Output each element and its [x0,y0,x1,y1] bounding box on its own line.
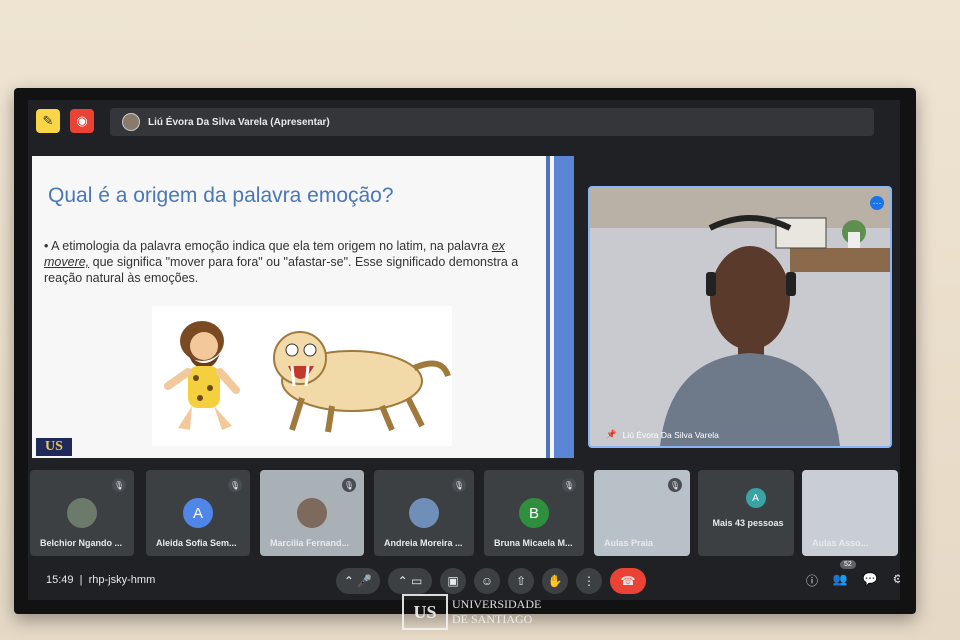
info-icon[interactable]: ⓘ [804,572,820,588]
meeting-time: 15:49 | rhp-jsky-hmm [46,574,156,586]
participant-name: Andreia Moreira ... [384,538,463,548]
slide-logo: US [36,438,72,456]
watermark-text: UNIVERSIDADE DE SANTIAGO [452,597,541,627]
record-icon[interactable]: ◉ [70,109,94,133]
slide-title: Qual é a origem da palavra emoção? [48,184,394,207]
speaker-tile[interactable]: ⋯ 📌 Liú Évora Da Silva Varela [588,186,892,448]
watermark-line2: DE SANTIAGO [452,612,533,626]
slide-bullet-text-1: A etimologia da palavra emoção indica qu… [51,239,489,253]
participant-tile[interactable]: 🎙 B Bruna Micaela M... [484,470,584,556]
chevron-up-icon[interactable]: ⌃ [344,574,354,588]
people-icon[interactable]: 👥 [832,572,848,588]
participants-count: 52 [840,560,856,569]
participant-name: Aleida Sofia Sem... [156,538,237,548]
hand-icon: ✋ [547,574,563,588]
camera-icon[interactable]: ▭ [411,574,422,588]
present-icon: ⇧ [515,574,527,588]
more-vert-icon: ⋮ [583,574,595,588]
meet-screen: ✎ ◉ Liú Évora Da Silva Varela (Apresenta… [28,100,900,600]
presenter-label: Liú Évora Da Silva Varela (Apresentar) [148,116,330,128]
participant-strip: 🎙 Belchior Ngando ... 🎙 A Aleida Sofia S… [28,470,900,558]
slide-accent-line [546,156,550,458]
participant-tile[interactable]: 🎙 Andreia Moreira ... [374,470,474,556]
mic-off-icon: 🎙 [112,478,126,492]
more-people-tile[interactable]: A Mais 43 pessoas [698,470,794,556]
participant-name: Aulas Asso... [812,538,869,548]
presenter-avatar [122,113,140,131]
participant-name: Bruna Micaela M... [494,538,573,548]
slide-bullet: • A etimologia da palavra emoção indica … [44,239,519,285]
activities-icon[interactable]: ⚙ [890,572,900,588]
presentation-slide: Qual é a origem da palavra emoção? • A e… [32,156,574,458]
mic-off-icon: 🎙 [452,478,466,492]
participant-avatar [409,498,439,528]
top-bar: ✎ ◉ Liú Évora Da Silva Varela (Apresenta… [28,100,900,136]
chevron-up-icon[interactable]: ⌃ [398,574,408,588]
mic-off-icon: 🎙 [342,478,356,492]
participant-tile[interactable]: 🎙 A Aleida Sofia Sem... [146,470,250,556]
participant-name: Belchior Ngando ... [40,538,123,548]
tv-frame: ✎ ◉ Liú Évora Da Silva Varela (Apresenta… [14,88,916,614]
participant-avatar: A [745,488,766,508]
captions-icon: ▣ [447,574,459,588]
captions-button[interactable]: ▣ [440,568,466,594]
participant-avatar: B [519,498,549,528]
leave-call-button[interactable]: ☎ [610,568,646,594]
speaker-video [590,188,890,446]
mic-off-icon: 🎙 [228,478,242,492]
speaker-name-label: 📌 Liú Évora Da Silva Varela [606,429,719,440]
presenter-banner: Liú Évora Da Silva Varela (Apresentar) [110,108,874,136]
more-people-label: Mais 43 pessoas [712,518,784,528]
clock-text: 15:49 [46,574,74,586]
mic-off-icon: 🎙 [562,478,576,492]
slide-accent-bar [554,156,574,458]
emoji-button[interactable]: ☺ [474,568,500,594]
participant-tile[interactable]: Aulas Asso... [802,470,898,556]
hangup-icon: ☎ [620,574,636,588]
mic-off-icon: 🎙 [668,478,682,492]
participant-name: Marcilia Fernand... [270,538,350,548]
recording-doc-icon[interactable]: ✎ [36,109,60,133]
chat-icon[interactable]: 💬 [862,572,878,588]
meeting-code: rhp-jsky-hmm [88,574,156,586]
participant-avatar [297,498,327,528]
present-button[interactable]: ⇧ [508,568,534,594]
participant-tile[interactable]: 🎙 Aulas Praia [594,470,690,556]
university-watermark: US UNIVERSIDADE DE SANTIAGO [402,594,541,630]
raise-hand-button[interactable]: ✋ [542,568,568,594]
mic-icon[interactable]: 🎤 [357,574,372,588]
participant-avatar [67,498,97,528]
participant-tile[interactable]: 🎙 Belchior Ngando ... [30,470,134,556]
speaker-name: Liú Évora Da Silva Varela [622,429,719,440]
more-options-button[interactable]: ⋮ [576,568,602,594]
emoji-icon: ☺ [480,574,494,588]
speaker-more-icon[interactable]: ⋯ [870,196,884,210]
pin-icon[interactable]: 📌 [606,429,617,440]
mic-control[interactable]: ⌃ 🎤 [336,568,380,594]
participant-tile[interactable]: 🎙 Marcilia Fernand... [260,470,364,556]
participant-name: Aulas Praia [604,538,654,548]
camera-control[interactable]: ⌃ ▭ [388,568,432,594]
slide-bullet-text-2: que significa "mover para fora" ou "afas… [44,255,519,285]
caveman-tiger-illustration [152,306,452,446]
watermark-line1: UNIVERSIDADE [452,597,542,611]
participant-avatar: A [183,498,213,528]
watermark-logo: US [402,594,448,630]
